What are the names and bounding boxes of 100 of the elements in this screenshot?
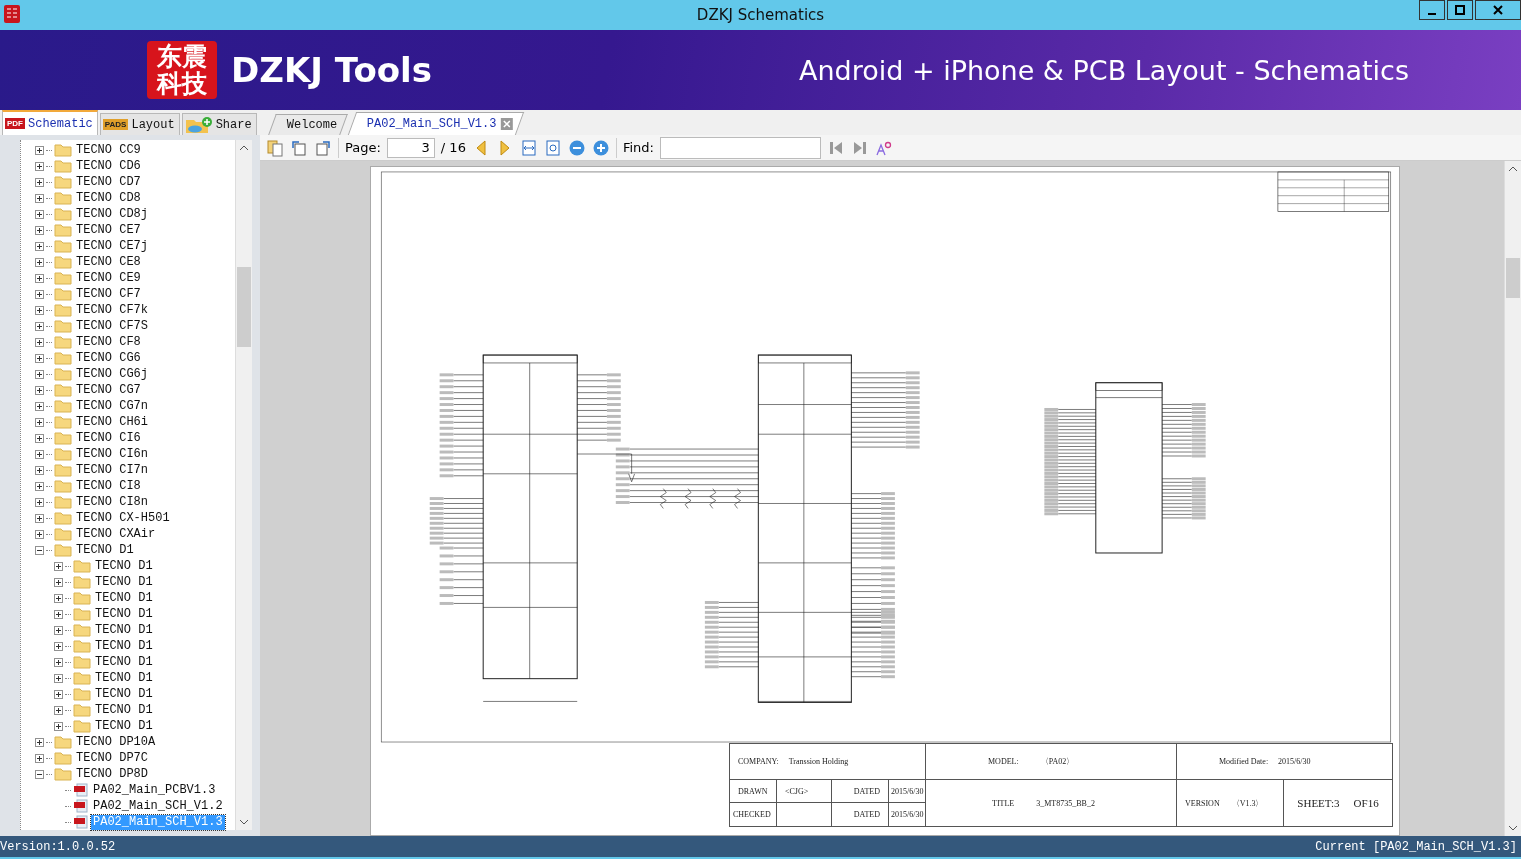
document-tab[interactable]: Welcome (268, 114, 349, 135)
expand-icon[interactable] (35, 177, 44, 187)
tree-item[interactable]: TECNO CXAir (74, 526, 158, 542)
expand-icon[interactable] (35, 241, 44, 251)
minimize-button[interactable] (1419, 0, 1445, 20)
expand-icon[interactable] (54, 561, 63, 571)
tree-item[interactable]: PA02_Main_SCH_V1.2 (91, 798, 225, 814)
tree-item[interactable]: TECNO CE7j (74, 238, 150, 254)
expand-icon[interactable] (35, 529, 44, 539)
rotate-left-icon[interactable] (314, 138, 332, 157)
tree-item[interactable]: TECNO CF8 (74, 334, 143, 350)
tree-item[interactable]: TECNO CF7 (74, 286, 143, 302)
tree-item[interactable]: TECNO CG6j (74, 366, 150, 382)
tree-item[interactable]: TECNO CG7n (74, 398, 150, 414)
find-field[interactable] (659, 136, 821, 159)
expand-icon[interactable] (35, 449, 44, 459)
expand-icon[interactable] (35, 433, 44, 443)
expand-icon[interactable] (35, 209, 44, 219)
tree-item[interactable]: TECNO DP7C (74, 750, 150, 766)
expand-icon[interactable] (54, 657, 63, 667)
document-tab[interactable]: PA02_Main_SCH_V1.3 (348, 112, 525, 135)
expand-icon[interactable] (35, 305, 44, 315)
fit-width-icon[interactable] (519, 138, 538, 157)
expand-icon[interactable] (35, 465, 44, 475)
expand-icon[interactable] (35, 353, 44, 363)
tree-item[interactable]: TECNO D1 (93, 718, 155, 734)
expand-icon[interactable] (35, 737, 44, 747)
collapse-icon[interactable] (35, 545, 44, 555)
panel-tab[interactable]: Share (181, 113, 257, 135)
tree-item[interactable]: TECNO DP8D (74, 766, 150, 782)
tree-item[interactable]: TECNO CI8 (74, 478, 143, 494)
collapse-icon[interactable] (35, 769, 44, 779)
tree-item[interactable]: TECNO D1 (93, 574, 155, 590)
tree-item[interactable]: TECNO D1 (74, 542, 136, 558)
expand-icon[interactable] (54, 593, 63, 603)
expand-icon[interactable] (35, 273, 44, 283)
expand-icon[interactable] (54, 609, 63, 619)
expand-icon[interactable] (54, 673, 63, 683)
expand-icon[interactable] (35, 161, 44, 171)
expand-icon[interactable] (35, 193, 44, 203)
close-button[interactable] (1475, 0, 1521, 20)
panel-tab[interactable]: PADS Layout (99, 113, 180, 135)
tree-item[interactable]: TECNO CI7n (74, 462, 150, 478)
expand-icon[interactable] (35, 417, 44, 427)
close-tab-icon[interactable] (500, 118, 513, 130)
expand-icon[interactable] (54, 625, 63, 635)
scrollbar[interactable] (235, 140, 252, 830)
fit-page-icon[interactable] (543, 138, 562, 157)
tree-item[interactable]: TECNO CE8 (74, 254, 143, 270)
maximize-button[interactable] (1447, 0, 1473, 20)
expand-icon[interactable] (35, 145, 44, 155)
tree-item[interactable]: TECNO D1 (93, 590, 155, 606)
tree-item[interactable]: TECNO D1 (93, 654, 155, 670)
tree-item[interactable]: TECNO D1 (93, 702, 155, 718)
tree-item[interactable]: TECNO CD7 (74, 174, 143, 190)
tree-item[interactable]: TECNO CI6 (74, 430, 143, 446)
expand-icon[interactable] (35, 225, 44, 235)
tree-item[interactable]: TECNO D1 (93, 558, 155, 574)
tree-item[interactable]: TECNO CD8j (74, 206, 150, 222)
expand-icon[interactable] (54, 641, 63, 651)
tree-item[interactable]: TECNO D1 (93, 638, 155, 654)
tree-item[interactable]: TECNO CC9 (74, 142, 143, 158)
expand-icon[interactable] (35, 385, 44, 395)
tree-item[interactable]: TECNO CE7 (74, 222, 143, 238)
tree-item[interactable]: TECNO D1 (93, 686, 155, 702)
tree-item[interactable]: TECNO CI6n (74, 446, 150, 462)
tree-item[interactable]: TECNO CI8n (74, 494, 150, 510)
tree-item[interactable]: TECNO D1 (93, 606, 155, 622)
copy-icon[interactable] (266, 138, 284, 157)
panel-tab[interactable]: PDF Schematic (2, 110, 98, 135)
expand-icon[interactable] (35, 481, 44, 491)
expand-icon[interactable] (35, 753, 44, 763)
tree-item[interactable]: TECNO CF7k (74, 302, 150, 318)
tree-item[interactable]: TECNO CD6 (74, 158, 143, 174)
tree-item[interactable]: TECNO D1 (93, 670, 155, 686)
tree-item[interactable]: TECNO CE9 (74, 270, 143, 286)
tree-item[interactable]: TECNO CD8 (74, 190, 143, 206)
tree-item[interactable]: PA02_Main_PCBV1.3 (91, 782, 218, 798)
expand-icon[interactable] (54, 689, 63, 699)
expand-icon[interactable] (35, 497, 44, 507)
page-number-field[interactable]: 3 (386, 137, 435, 158)
expand-icon[interactable] (54, 705, 63, 715)
tree-item[interactable]: TECNO CG6 (74, 350, 143, 366)
tree-item[interactable]: TECNO CG7 (74, 382, 143, 398)
expand-icon[interactable] (35, 401, 44, 411)
zoom-in-icon[interactable] (591, 138, 610, 157)
tree-item[interactable]: TECNO CH6i (74, 414, 150, 430)
rotate-right-icon[interactable] (290, 138, 308, 157)
expand-icon[interactable] (35, 337, 44, 347)
scroll-thumb[interactable] (237, 267, 251, 347)
scroll-thumb[interactable] (1506, 258, 1520, 298)
tree-item[interactable]: TECNO CX-H501 (74, 510, 172, 526)
expand-icon[interactable] (35, 257, 44, 267)
expand-icon[interactable] (54, 721, 63, 731)
zoom-out-icon[interactable] (567, 138, 586, 157)
expand-icon[interactable] (54, 577, 63, 587)
tree-item[interactable]: TECNO DP10A (74, 734, 158, 750)
expand-icon[interactable] (35, 369, 44, 379)
expand-icon[interactable] (35, 321, 44, 331)
tree-item[interactable]: TECNO D1 (93, 622, 155, 638)
